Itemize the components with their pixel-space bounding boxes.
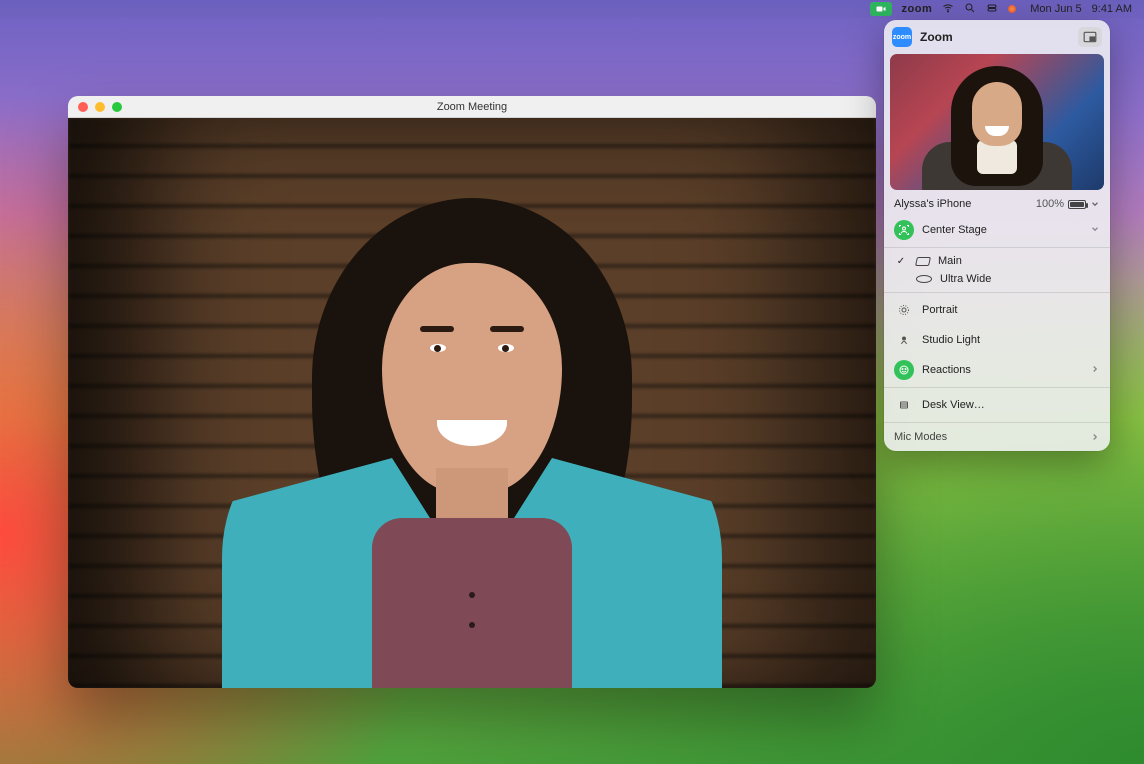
mic-modes-button[interactable]: Mic Modes: [884, 425, 1110, 451]
zoom-meeting-window: Zoom Meeting: [68, 96, 876, 688]
lens-ultra-wide[interactable]: Ultra Wide: [884, 270, 1110, 288]
reactions-icon: [894, 360, 914, 380]
center-stage-icon: [894, 220, 914, 240]
desk-view-label: Desk View…: [922, 399, 1100, 411]
panel-header: zoom Zoom: [884, 20, 1110, 54]
reactions-toggle[interactable]: Reactions: [884, 355, 1110, 385]
studio-light-toggle[interactable]: Studio Light: [884, 325, 1110, 355]
battery-percent: 100%: [1036, 198, 1064, 210]
chevron-right-icon: [1090, 432, 1100, 442]
reactions-label: Reactions: [922, 364, 1082, 376]
zoom-app-icon: zoom: [892, 27, 912, 47]
minimize-button[interactable]: [95, 102, 105, 112]
studio-light-label: Studio Light: [922, 334, 1100, 346]
center-stage-toggle[interactable]: Center Stage: [884, 215, 1110, 245]
mic-modes-label: Mic Modes: [894, 431, 947, 443]
chevron-down-icon: [1090, 199, 1100, 209]
participant-figure: [202, 168, 742, 688]
traffic-lights[interactable]: [78, 102, 122, 112]
desktop-wallpaper: zoom Mon Jun 5 9:41 AM Zoom Meeting: [0, 0, 1144, 764]
close-button[interactable]: [78, 102, 88, 112]
studio-light-icon: [894, 330, 914, 350]
siri-icon[interactable]: [1008, 5, 1016, 13]
portrait-label: Portrait: [922, 304, 1100, 316]
desk-view-icon: [894, 395, 914, 415]
portrait-icon: [894, 300, 914, 320]
window-titlebar[interactable]: Zoom Meeting: [68, 96, 876, 118]
lens-list: ✓ Main Ultra Wide: [884, 250, 1110, 290]
menu-time[interactable]: 9:41 AM: [1092, 3, 1132, 15]
lens-main[interactable]: ✓ Main: [884, 252, 1110, 270]
desk-view-button[interactable]: Desk View…: [884, 390, 1110, 420]
fullscreen-button[interactable]: [112, 102, 122, 112]
device-row[interactable]: Alyssa's iPhone 100%: [884, 190, 1110, 215]
lens-icon: [916, 275, 932, 283]
separator: [884, 247, 1110, 248]
separator: [884, 387, 1110, 388]
portrait-toggle[interactable]: Portrait: [884, 295, 1110, 325]
separator: [884, 422, 1110, 423]
battery-icon: [1068, 200, 1086, 209]
panel-title: Zoom: [920, 30, 1070, 44]
wifi-icon[interactable]: [942, 2, 954, 17]
lens-main-label: Main: [938, 255, 962, 267]
device-name: Alyssa's iPhone: [894, 198, 971, 210]
camera-control-panel: zoom Zoom Alyssa's iPhone 100%: [884, 20, 1110, 451]
center-stage-label: Center Stage: [922, 224, 1082, 236]
window-title: Zoom Meeting: [68, 101, 876, 113]
chevron-right-icon: [1090, 364, 1100, 377]
checkmark-icon: ✓: [894, 256, 908, 267]
spotlight-icon[interactable]: [964, 2, 976, 17]
pip-button[interactable]: [1078, 27, 1102, 47]
chevron-down-icon: [1090, 224, 1100, 237]
lens-icon: [915, 257, 931, 266]
camera-preview[interactable]: [890, 54, 1104, 190]
separator: [884, 292, 1110, 293]
menu-app-name[interactable]: zoom: [902, 3, 933, 15]
facetime-menu-icon[interactable]: [870, 2, 892, 16]
menu-bar: zoom Mon Jun 5 9:41 AM: [0, 0, 1144, 18]
menu-date[interactable]: Mon Jun 5: [1030, 3, 1081, 15]
control-center-icon[interactable]: [986, 2, 998, 17]
main-video[interactable]: [68, 118, 876, 688]
lens-ultra-wide-label: Ultra Wide: [940, 273, 991, 285]
